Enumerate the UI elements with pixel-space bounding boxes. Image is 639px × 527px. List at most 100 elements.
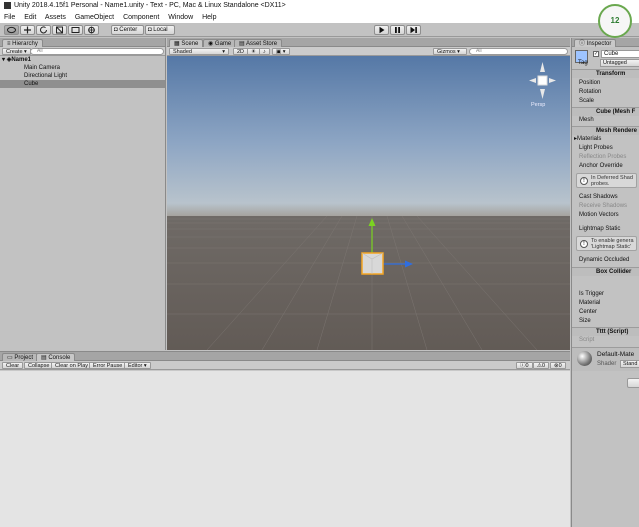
object-name-field[interactable]: Cube	[601, 50, 639, 58]
script-title: Tttt (Script)	[596, 329, 629, 335]
info-icon: !	[580, 177, 588, 185]
scene-search-input[interactable]: All	[469, 48, 568, 55]
scene-root[interactable]: ▾ ◈Name1	[0, 56, 165, 64]
is-trigger-label: Is Trigger	[579, 291, 605, 297]
scene-search-placeholder: All	[476, 48, 482, 54]
main-toolbar: ◘ Center ◘ Local 12	[0, 4, 639, 38]
shader-dropdown[interactable]: Stand	[620, 360, 639, 368]
scale-label: Scale	[579, 98, 595, 104]
tab-inspector[interactable]: ⓘ Inspector	[574, 39, 617, 47]
scene-panel: ▦ Scene ◉ Game ▤ Asset Store Shaded ▾ 2D …	[167, 38, 570, 350]
clear-button[interactable]: Clear	[2, 362, 24, 369]
warning-count-toggle[interactable]: ⚠0	[533, 362, 549, 369]
materials-foldout[interactable]: ▸Materials	[572, 135, 639, 143]
collapse-button[interactable]: Collapse	[24, 362, 54, 369]
material-name: Default-Mate	[597, 351, 635, 358]
script-label: Script	[579, 337, 595, 343]
lighting-toggle[interactable]: ☀	[247, 48, 260, 55]
transform-tool-button[interactable]	[84, 25, 99, 35]
step-icon	[410, 26, 417, 34]
scene-viewport[interactable]: Persp	[167, 56, 570, 350]
scale-icon	[56, 26, 63, 34]
material-section: Default-Mate Shader Stand	[572, 347, 639, 371]
console-panel: ▭ Project ▤ Console Clear Collapse Clear…	[0, 351, 570, 527]
hand-tool-button[interactable]	[4, 25, 19, 35]
sky-background	[167, 56, 570, 216]
scene-tabstrip: ▦ Scene ◉ Game ▤ Asset Store	[167, 38, 570, 47]
move-tool-button[interactable]	[20, 25, 35, 35]
menu-bar: File Edit Assets GameObject Component Wi…	[0, 12, 639, 23]
light-bulb-icon: ☀	[251, 49, 256, 55]
error-count-toggle[interactable]: ⊗0	[550, 362, 566, 369]
tab-hierarchy[interactable]: ≡ Hierarchy	[2, 39, 43, 47]
shading-mode-dropdown[interactable]: Shaded ▾	[169, 48, 229, 55]
transform-header[interactable]: Transform	[572, 69, 639, 78]
tab-console[interactable]: ▤ Console	[36, 353, 76, 361]
cube-object[interactable]	[361, 252, 384, 275]
tab-project[interactable]: ▭ Project	[2, 353, 39, 361]
mesh-renderer-header[interactable]: Mesh Rendere	[572, 126, 639, 135]
console-log-area[interactable]	[0, 371, 570, 527]
hierarchy-item-main-camera[interactable]: Main Camera	[0, 64, 165, 72]
menu-assets[interactable]: Assets	[45, 14, 66, 21]
light-probes-label: Light Probes	[579, 145, 613, 151]
rotate-icon	[40, 26, 47, 34]
active-checkbox[interactable]: ✓	[593, 51, 599, 57]
cast-shadows-label: Cast Shadows	[579, 194, 618, 200]
audio-toggle[interactable]: ♪	[259, 48, 270, 55]
clear-on-play-button[interactable]: Clear on Play	[51, 362, 93, 369]
mesh-renderer-title: Mesh Rendere	[596, 128, 638, 134]
pause-icon	[395, 27, 400, 33]
hierarchy-search-input[interactable]: All	[30, 48, 164, 55]
rotate-tool-button[interactable]	[36, 25, 51, 35]
inspector-panel: ⓘ Inspector ✓ Cube Tag Untagged Transfor…	[571, 38, 639, 527]
add-component-button[interactable]	[627, 378, 639, 388]
box-collider-header[interactable]: Box Collider	[572, 267, 639, 276]
menu-help[interactable]: Help	[202, 14, 216, 21]
hierarchy-search-placeholder: All	[37, 48, 43, 54]
tab-game[interactable]: ◉ Game	[203, 39, 237, 47]
center-icon: ◘	[114, 27, 118, 33]
step-button[interactable]	[406, 25, 421, 35]
deferred-help-box: ! In Deferred Shad probes.	[576, 173, 637, 188]
tab-asset-store[interactable]: ▤ Asset Store	[234, 39, 283, 47]
motion-vectors-label: Motion Vectors	[579, 212, 619, 218]
shader-label: Shader	[597, 361, 617, 367]
hierarchy-panel: ≡ Hierarchy Create ▾ All ▾ ◈Name1 Main C…	[0, 38, 166, 350]
pivot-rotation-button[interactable]: ◘ Local	[145, 25, 175, 35]
rotation-label: Rotation	[579, 89, 602, 95]
hierarchy-item-directional-light[interactable]: Directional Light	[0, 72, 165, 80]
pivot-mode-button[interactable]: ◘ Center	[111, 25, 144, 35]
center-label: Center	[579, 309, 598, 315]
tab-scene[interactable]: ▦ Scene	[169, 39, 204, 47]
receive-shadows-label: Receive Shadows	[579, 203, 628, 209]
menu-window[interactable]: Window	[168, 14, 193, 21]
effects-toggle[interactable]: ▣ ▾	[272, 48, 290, 55]
menu-component[interactable]: Component	[123, 14, 159, 21]
unity-logo-icon	[4, 1, 11, 9]
tag-dropdown[interactable]: Untagged	[600, 59, 639, 67]
play-button[interactable]	[374, 25, 389, 35]
mesh-filter-header[interactable]: Cube (Mesh F	[572, 107, 639, 116]
ground-plane	[167, 216, 570, 350]
menu-edit[interactable]: Edit	[24, 14, 36, 21]
2d-toggle[interactable]: 2D	[233, 48, 249, 55]
menu-file[interactable]: File	[4, 14, 15, 21]
hierarchy-item-cube[interactable]: Cube	[0, 80, 165, 88]
log-count-toggle[interactable]: ⓘ0	[516, 362, 533, 369]
perspective-label[interactable]: Persp	[531, 102, 545, 108]
image-icon: ▣	[276, 49, 282, 55]
menu-gameobject[interactable]: GameObject	[75, 14, 114, 21]
script-header[interactable]: Tttt (Script)	[572, 327, 639, 336]
rect-tool-icon	[71, 27, 80, 33]
inspector-tabstrip: ⓘ Inspector	[572, 38, 639, 47]
editor-dropdown[interactable]: Editor ▾	[124, 362, 151, 369]
rect-tool-button[interactable]	[68, 25, 83, 35]
create-button[interactable]: Create ▾	[2, 48, 31, 55]
scale-tool-button[interactable]	[52, 25, 67, 35]
pause-button[interactable]	[390, 25, 405, 35]
fps-readout: 12	[610, 16, 620, 25]
gizmos-dropdown[interactable]: Gizmos ▾	[433, 48, 467, 55]
scene-toolbar: Shaded ▾ 2D ☀ ♪ ▣ ▾ Gizmos ▾ All	[167, 47, 570, 56]
error-pause-button[interactable]: Error Pause	[89, 362, 127, 369]
